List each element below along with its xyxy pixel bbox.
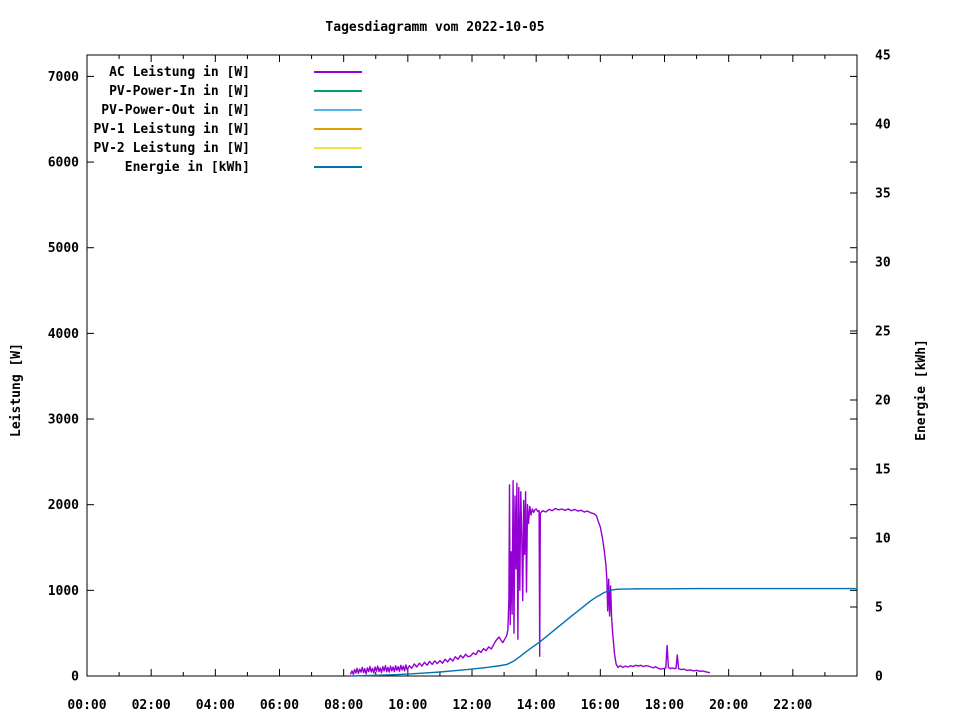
y-tick-label: 6000 xyxy=(48,156,79,171)
y-tick-label: 5000 xyxy=(48,241,79,256)
y2-tick-label: 5 xyxy=(875,601,883,616)
y-tick-label: 3000 xyxy=(48,413,79,428)
x-tick-label: 00:00 xyxy=(67,698,106,713)
x-tick-label: 04:00 xyxy=(196,698,235,713)
y2-tick-label: 20 xyxy=(875,394,891,409)
y-tick-label: 4000 xyxy=(48,327,79,342)
y2-tick-label: 40 xyxy=(875,118,891,133)
y-tick-label: 7000 xyxy=(48,70,79,85)
y2-tick-label: 45 xyxy=(875,49,891,64)
y2-tick-label: 30 xyxy=(875,256,891,271)
y2-tick-label: 15 xyxy=(875,463,891,478)
y-tick-label: 1000 xyxy=(48,584,79,599)
x-tick-label: 10:00 xyxy=(388,698,427,713)
y2-tick-label: 10 xyxy=(875,532,891,547)
y-tick-label: 0 xyxy=(71,670,79,685)
x-tick-label: 16:00 xyxy=(581,698,620,713)
x-tick-label: 02:00 xyxy=(132,698,171,713)
y2-tick-label: 25 xyxy=(875,325,891,340)
plot-area: 00:00 02:00 04:00 06:00 08:00 10:00 12:00 14:00… xyxy=(0,0,960,720)
x-tick-label: 06:00 xyxy=(260,698,299,713)
x-tick-label: 12:00 xyxy=(452,698,491,713)
y2-tick-label: 35 xyxy=(875,187,891,202)
y-tick-label: 2000 xyxy=(48,498,79,513)
x-tick-label: 20:00 xyxy=(709,698,748,713)
x-tick-label: 22:00 xyxy=(773,698,812,713)
series-line-energie-in-kwh xyxy=(352,589,857,676)
chart-canvas: Tagesdiagramm vom 2022-10-05 Leistung [W… xyxy=(0,0,960,720)
y2-tick-label: 0 xyxy=(875,670,883,685)
x-tick-label: 14:00 xyxy=(517,698,556,713)
plot-border xyxy=(87,55,857,676)
x-tick-label: 18:00 xyxy=(645,698,684,713)
x-tick-label: 08:00 xyxy=(324,698,363,713)
series-line-ac-leistung-in-w xyxy=(351,481,710,675)
